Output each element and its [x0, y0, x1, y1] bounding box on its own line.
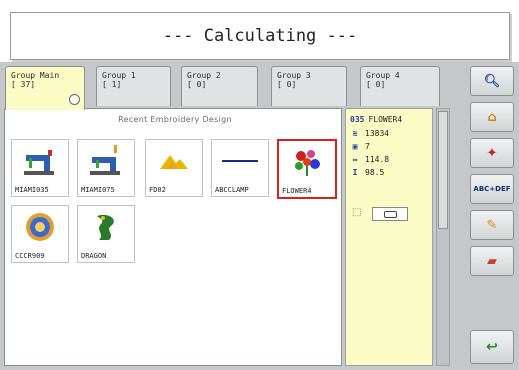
color-count-value: 7 — [365, 141, 370, 151]
line-design-icon — [212, 140, 268, 182]
frame-icon: ⬚ — [352, 207, 362, 218]
selected-marker-icon — [69, 94, 80, 105]
embroidery-machine-icon — [78, 140, 134, 182]
return-button[interactable]: ↩ — [470, 330, 514, 364]
folder-path: Recent Embroidery Design — [118, 115, 232, 124]
design-name: CCCR909 — [15, 252, 45, 260]
design-name: FD02 — [149, 186, 166, 194]
combine-button[interactable]: ABC+DEF — [470, 174, 514, 204]
tab-count: [ 0] — [187, 80, 207, 89]
hoop-button[interactable]: ⌂ — [470, 102, 514, 132]
tab-label: Group Main — [11, 71, 60, 80]
width-value: 114.8 — [365, 154, 390, 164]
design-name: FLOWER4 — [282, 187, 312, 195]
tab-count: [ 0] — [277, 80, 297, 89]
color-button[interactable]: ✎ — [470, 210, 514, 240]
design-tile[interactable]: DRAGON — [77, 205, 135, 263]
design-list: Recent Embroidery Design MIAMI035 MIAMI0 — [4, 108, 342, 366]
height-icon: Ι — [352, 167, 358, 177]
tab-label: Group 1 — [102, 71, 136, 80]
return-icon: ↩ — [486, 339, 498, 355]
color-count-icon: ▣ — [352, 141, 358, 151]
dragon-design-icon — [78, 206, 134, 248]
mountain-design-icon — [146, 140, 202, 182]
magnify-icon: 🔍︎ — [483, 73, 501, 89]
design-name: ABCCLAMP — [215, 186, 249, 194]
design-index: 035 — [350, 114, 365, 124]
frame-shape-icon — [384, 211, 397, 218]
stitch-count-icon: ≋ — [352, 128, 358, 138]
tab-count: [ 37] — [11, 80, 36, 89]
design-tile[interactable]: MIAMI035 — [11, 139, 69, 197]
folder-icon: ▰ — [487, 253, 497, 269]
status-banner: --- Calculating --- — [10, 12, 510, 60]
design-name: MIAMI075 — [81, 186, 115, 194]
info-name-row: 035 FLOWER4 — [350, 113, 430, 125]
design-name: MIAMI035 — [15, 186, 49, 194]
design-tile[interactable]: FD02 — [145, 139, 203, 197]
info-height-row: Ι 98.5 — [350, 166, 430, 178]
tab-label: Group 4 — [366, 71, 400, 80]
info-color-row: ▣ 7 — [350, 140, 430, 152]
rotate-icon: ✦ — [486, 145, 498, 161]
tab-label: Group 2 — [187, 71, 221, 80]
tab-group-1[interactable]: Group 1 [ 1] — [96, 66, 171, 106]
stitch-count-value: 13834 — [365, 128, 390, 138]
color-icon: ✎ — [486, 217, 498, 233]
design-tile-selected[interactable]: FLOWER4 — [277, 139, 337, 199]
design-tile[interactable]: CCCR909 — [11, 205, 69, 263]
frame-preview — [372, 207, 408, 221]
width-icon: ↔ — [352, 154, 358, 164]
tab-group-main[interactable]: Group Main [ 37] — [5, 66, 85, 110]
hoop-icon: ⌂ — [487, 109, 497, 125]
flower-design-icon — [279, 141, 335, 183]
embroidery-machine-icon — [12, 140, 68, 182]
rotate-button[interactable]: ✦ — [470, 138, 514, 168]
zoom-button[interactable]: 🔍︎ — [470, 66, 514, 96]
design-tile[interactable]: ABCCLAMP — [211, 139, 269, 197]
design-tile[interactable]: MIAMI075 — [77, 139, 135, 197]
design-name-value: FLOWER4 — [368, 114, 403, 124]
tab-count: [ 1] — [102, 80, 122, 89]
design-name: DRAGON — [81, 252, 107, 260]
folder-button[interactable]: ▰ — [470, 246, 514, 276]
height-value: 98.5 — [365, 167, 385, 177]
tab-group-2[interactable]: Group 2 [ 0] — [181, 66, 258, 106]
scrollbar-thumb[interactable] — [438, 111, 448, 229]
badge-design-icon — [12, 206, 68, 248]
tab-label: Group 3 — [277, 71, 311, 80]
info-stitch-row: ≋ 13834 — [350, 127, 430, 139]
banner-text: --- Calculating --- — [162, 26, 358, 46]
tab-count: [ 0] — [366, 80, 386, 89]
design-list-scrollbar[interactable] — [436, 108, 450, 366]
tab-group-3[interactable]: Group 3 [ 0] — [271, 66, 347, 106]
tab-group-4[interactable]: Group 4 [ 0] — [360, 66, 440, 106]
info-width-row: ↔ 114.8 — [350, 153, 430, 165]
design-info-panel: 035 FLOWER4 ≋ 13834 ▣ 7 ↔ 114.8 Ι 98.5 ⬚ — [345, 108, 433, 366]
combine-label: ABC+DEF — [473, 185, 511, 193]
